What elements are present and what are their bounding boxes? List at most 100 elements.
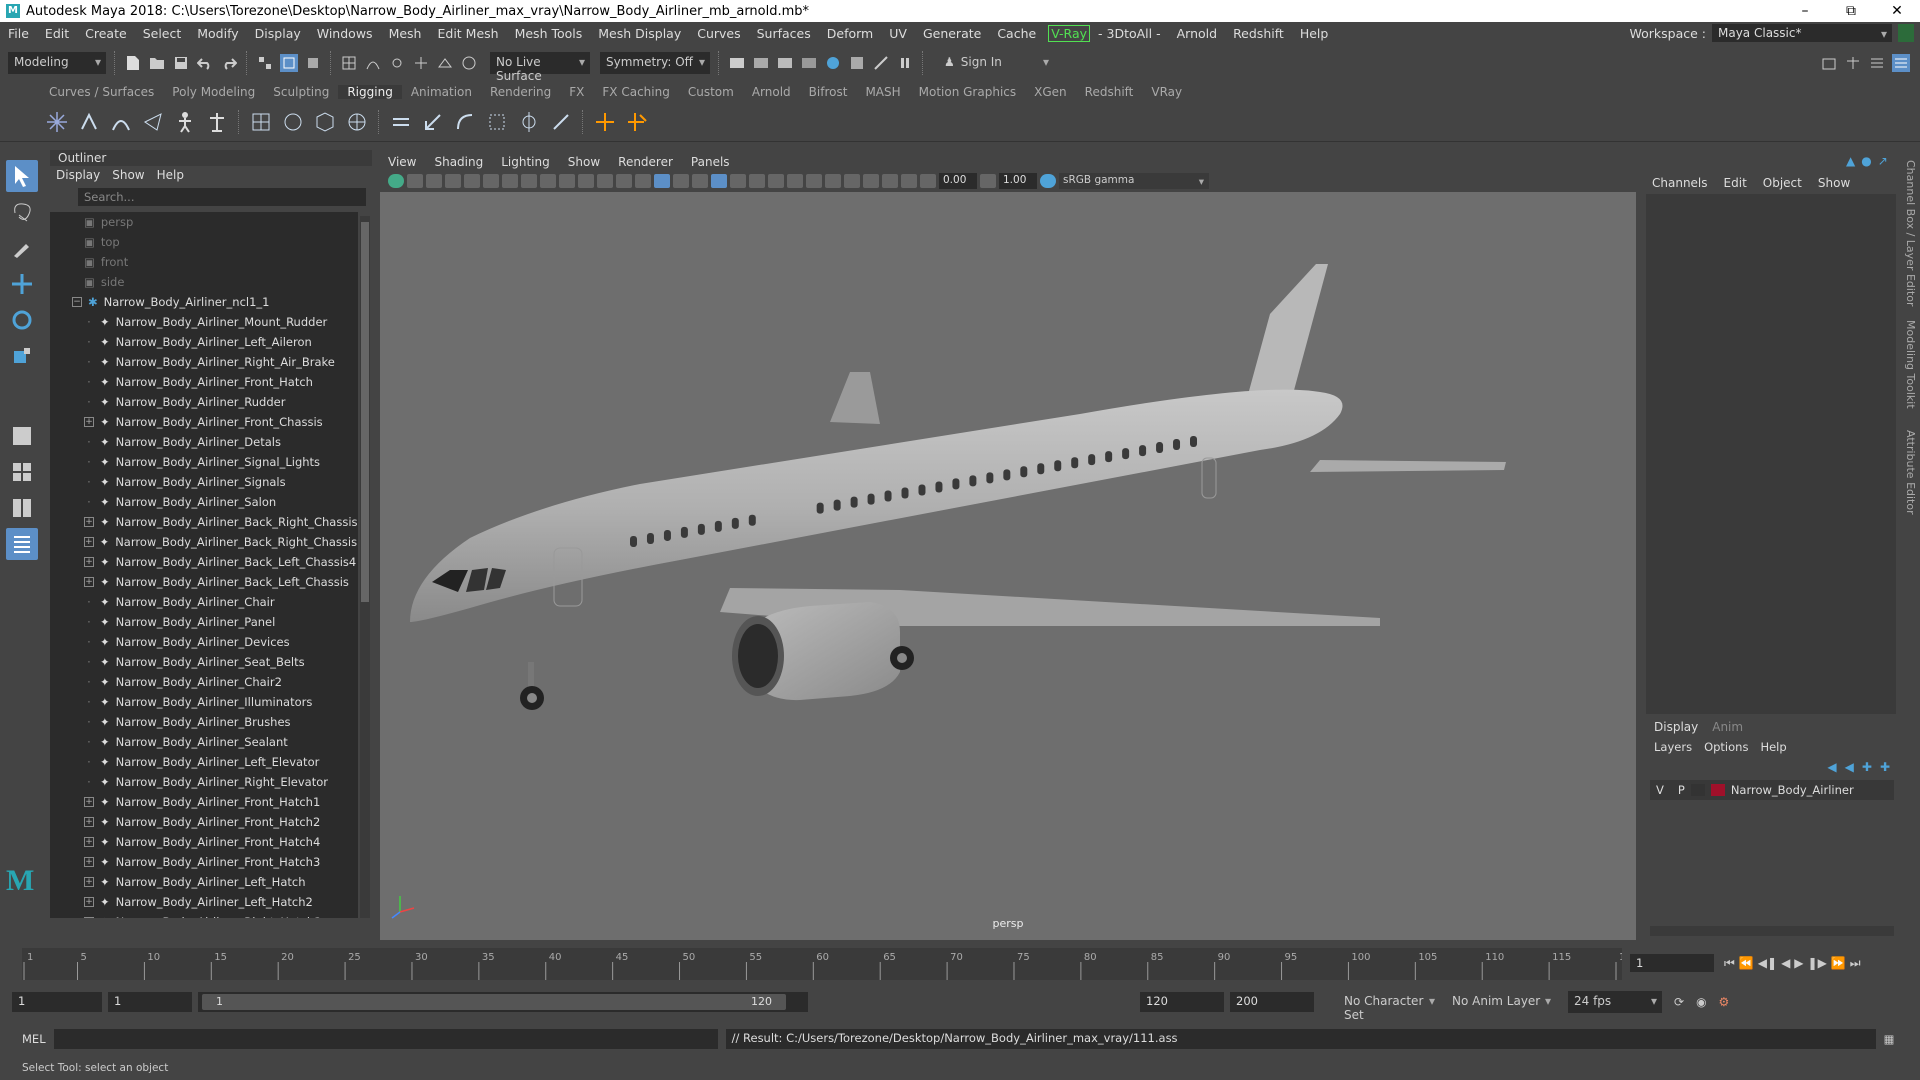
channel-menu-edit[interactable]: Edit xyxy=(1724,176,1747,190)
shelf-tab-bifrost[interactable]: Bifrost xyxy=(800,85,857,99)
rotate-tool-icon[interactable] xyxy=(6,304,38,336)
select-component-icon[interactable] xyxy=(304,54,322,72)
collapse-icon[interactable]: − xyxy=(72,297,82,307)
menu-mesh-tools[interactable]: Mesh Tools xyxy=(507,26,591,41)
motion-blur-icon[interactable] xyxy=(787,174,803,188)
playback-start-field[interactable]: 1 xyxy=(108,992,192,1012)
save-scene-icon[interactable] xyxy=(172,54,190,72)
workspace-dropdown[interactable]: Maya Classic* xyxy=(1712,24,1892,42)
skeleton-icon[interactable] xyxy=(204,109,230,135)
color-space-dropdown[interactable]: sRGB gamma xyxy=(1059,173,1209,189)
select-object-icon[interactable] xyxy=(280,54,298,72)
attribute-editor-icon[interactable] xyxy=(1844,54,1862,72)
outliner-scrollbar[interactable] xyxy=(360,216,370,918)
play-backward-icon[interactable]: ◀ xyxy=(1781,956,1790,970)
loop-icon[interactable]: ⟳ xyxy=(1674,995,1684,1009)
menu-mesh[interactable]: Mesh xyxy=(381,26,430,41)
move-layer-up-icon[interactable]: ◀ xyxy=(1827,760,1836,774)
ik-spline-icon[interactable] xyxy=(108,109,134,135)
channel-menu-channels[interactable]: Channels xyxy=(1652,176,1708,190)
outliner-camera-side[interactable]: ▣ side xyxy=(50,272,358,292)
outliner-search-input[interactable]: Search... xyxy=(78,188,366,206)
outliner-layout-icon[interactable] xyxy=(6,528,38,560)
vray-render-icon[interactable] xyxy=(848,54,866,72)
menu-file[interactable]: File xyxy=(0,26,37,41)
outliner-item[interactable]: + ✦ Narrow_Body_Airliner_Back_Left_Chassis xyxy=(50,572,358,592)
viewport-menu-panels[interactable]: Panels xyxy=(691,155,730,169)
outliner-item[interactable]: + ✦ Narrow_Body_Airliner_Back_Left_Chassis… xyxy=(50,552,358,572)
menu-surfaces[interactable]: Surfaces xyxy=(749,26,819,41)
menu-display[interactable]: Display xyxy=(247,26,309,41)
command-input[interactable] xyxy=(53,1029,718,1049)
anti-aliasing-icon[interactable] xyxy=(806,174,822,188)
menu-arnold[interactable]: Arnold xyxy=(1169,26,1225,41)
maximize-icon[interactable]: ⧉ xyxy=(1828,3,1874,19)
outliner-item[interactable]: + ✦ Narrow_Body_Airliner_Front_Hatch4 xyxy=(50,832,358,852)
current-frame-field[interactable]: 1 xyxy=(1630,954,1714,972)
outliner-menu-help[interactable]: Help xyxy=(157,168,184,182)
viewport-menu-shading[interactable]: Shading xyxy=(434,155,483,169)
new-layer-icon[interactable]: ✚ xyxy=(1862,760,1872,774)
live-surface-field[interactable]: No Live Surface xyxy=(490,52,590,83)
lattice-icon[interactable] xyxy=(312,109,338,135)
script-editor-icon[interactable]: ▦ xyxy=(1884,1032,1895,1046)
layer-display-type[interactable] xyxy=(1690,784,1705,796)
resolution-gate-icon[interactable] xyxy=(540,174,556,188)
menu-cache[interactable]: Cache xyxy=(989,26,1044,41)
grease-pencil-icon[interactable] xyxy=(483,174,499,188)
exposure-field[interactable]: 0.00 xyxy=(939,173,977,189)
menu-3dtoall[interactable]: - 3DtoAll - xyxy=(1090,26,1169,41)
command-language-label[interactable]: MEL xyxy=(22,1032,46,1046)
default-material-icon[interactable] xyxy=(673,174,689,188)
shelf-tab-mash[interactable]: MASH xyxy=(856,85,909,99)
shelf-tab-arnold[interactable]: Arnold xyxy=(743,85,800,99)
layer-menu-options[interactable]: Options xyxy=(1704,740,1748,754)
channel-float-icon[interactable]: ↗ xyxy=(1878,154,1888,168)
single-view-icon[interactable] xyxy=(6,420,38,452)
exposure-icon[interactable] xyxy=(920,174,936,188)
expand-icon[interactable]: + xyxy=(84,917,94,918)
xray-joints-icon[interactable] xyxy=(882,174,898,188)
expand-icon[interactable]: + xyxy=(84,417,94,427)
shelf-tab-redshift[interactable]: Redshift xyxy=(1076,85,1143,99)
tool-settings-icon[interactable] xyxy=(1868,54,1886,72)
select-hierarchy-icon[interactable] xyxy=(256,54,274,72)
new-layer-selected-icon[interactable]: ✚ xyxy=(1880,760,1890,774)
pole-vector-icon[interactable] xyxy=(548,109,574,135)
viewport-menu-lighting[interactable]: Lighting xyxy=(501,155,550,169)
wireframe-icon[interactable] xyxy=(635,174,651,188)
expand-icon[interactable]: + xyxy=(84,537,94,547)
outliner-item[interactable]: · ✦ Narrow_Body_Airliner_Rudder xyxy=(50,392,358,412)
expand-icon[interactable]: + xyxy=(84,857,94,867)
expand-icon[interactable]: + xyxy=(84,817,94,827)
vray-ipr-icon[interactable] xyxy=(872,54,890,72)
expand-icon[interactable]: + xyxy=(84,797,94,807)
use-all-lights-icon[interactable] xyxy=(730,174,746,188)
channel-box-icon[interactable] xyxy=(1892,54,1910,72)
layer-visibility-toggle[interactable]: V xyxy=(1656,783,1664,797)
layer-color-swatch[interactable] xyxy=(1710,784,1725,796)
locator-icon[interactable] xyxy=(592,109,618,135)
shelf-tab-sculpting[interactable]: Sculpting xyxy=(264,85,338,99)
airplane-model[interactable] xyxy=(380,192,1636,940)
ipr-render-icon[interactable] xyxy=(776,54,794,72)
pause-icon[interactable] xyxy=(896,54,914,72)
outliner-item[interactable]: · ✦ Narrow_Body_Airliner_Panel xyxy=(50,612,358,632)
channel-menu-object[interactable]: Object xyxy=(1763,176,1802,190)
screen-space-ao-icon[interactable] xyxy=(768,174,784,188)
textured-icon[interactable] xyxy=(711,174,727,188)
layer-name[interactable]: Narrow_Body_Airliner xyxy=(1731,783,1854,797)
paint-weights-icon[interactable] xyxy=(280,109,306,135)
xray-icon[interactable] xyxy=(863,174,879,188)
range-handle[interactable]: 1 120 xyxy=(202,994,786,1010)
undo-icon[interactable] xyxy=(196,54,214,72)
layer-playback-toggle[interactable]: P xyxy=(1678,783,1685,797)
animation-end-field[interactable]: 200 xyxy=(1230,992,1314,1012)
gamma-icon[interactable] xyxy=(980,174,996,188)
expand-icon[interactable]: + xyxy=(84,897,94,907)
channel-help-icon[interactable]: ● xyxy=(1861,154,1871,168)
viewport-menu-show[interactable]: Show xyxy=(568,155,600,169)
expand-icon[interactable]: + xyxy=(84,577,94,587)
shelf-tab-fx-caching[interactable]: FX Caching xyxy=(593,85,678,99)
menu-edit[interactable]: Edit xyxy=(37,26,77,41)
